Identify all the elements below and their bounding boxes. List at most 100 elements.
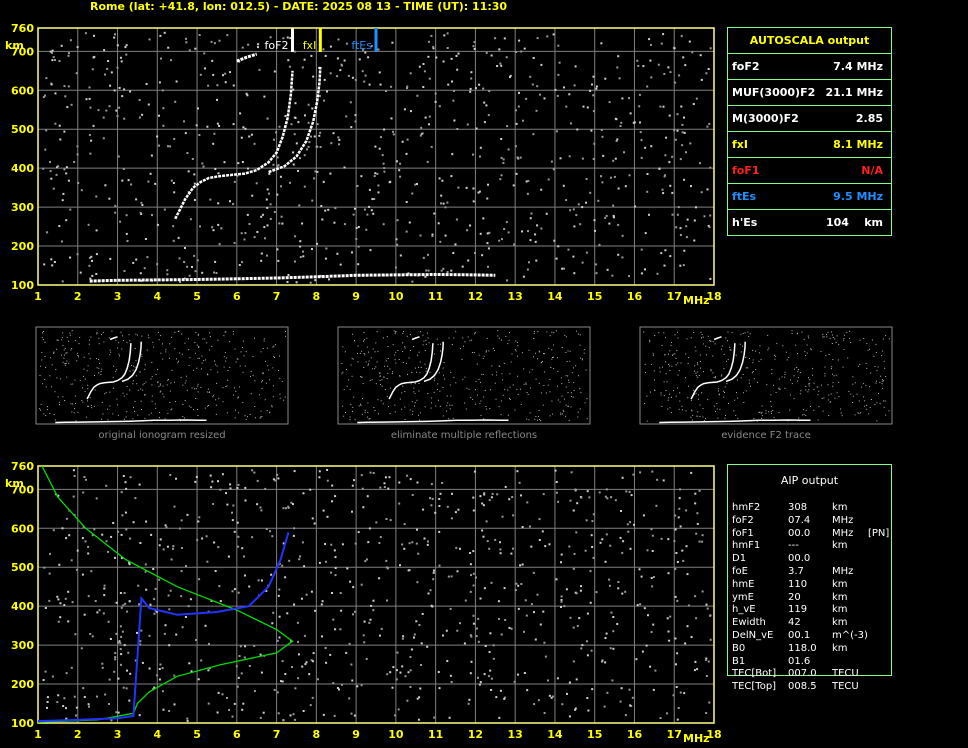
noise-dot [301, 222, 304, 225]
noise-dot [194, 270, 197, 273]
noise-dot [612, 214, 615, 217]
thumbnail-noise [102, 332, 104, 334]
noise-dot [113, 670, 116, 673]
noise-dot [59, 602, 62, 605]
x-tick-label: 11 [428, 290, 443, 303]
noise-dot [592, 94, 595, 97]
thumbnail-noise [64, 400, 66, 401]
thumbnail-noise [376, 331, 378, 333]
noise-dot [617, 223, 620, 226]
thumbnail-noise [374, 410, 376, 411]
thumbnail-noise [752, 349, 754, 351]
noise-dot [183, 120, 185, 123]
noise-dot [590, 649, 593, 652]
noise-dot [169, 474, 172, 476]
noise-dot [378, 147, 381, 150]
noise-dot [206, 125, 209, 128]
noise-dot [695, 617, 698, 620]
thumbnail-noise [113, 387, 115, 389]
thumbnail-noise [869, 386, 870, 388]
thumbnail-noise [699, 360, 701, 362]
thumbnail-noise [208, 349, 210, 351]
noise-dot [490, 54, 493, 57]
thumbnail-noise [82, 387, 83, 389]
noise-dot [88, 705, 90, 708]
noise-dot [281, 222, 284, 225]
noise-dot [229, 487, 232, 490]
noise-dot [490, 689, 493, 691]
noise-dot [398, 169, 401, 172]
noise-dot [46, 696, 49, 699]
thumbnail-noise [805, 385, 807, 387]
thumbnail-noise [197, 357, 199, 359]
noise-dot [43, 263, 46, 266]
y-tick-label: 300 [11, 201, 34, 214]
thumbnail-noise [861, 386, 863, 388]
noise-dot [386, 567, 389, 570]
noise-dot [64, 95, 67, 98]
noise-dot [479, 232, 482, 235]
noise-dot [629, 521, 632, 524]
noise-dot [512, 514, 515, 517]
thumbnail-noise [453, 376, 455, 378]
noise-dot [565, 105, 568, 108]
noise-dot [399, 162, 402, 165]
noise-dot [340, 63, 343, 66]
thumbnail-noise [735, 414, 737, 416]
noise-dot [662, 105, 665, 108]
thumbnail-noise [439, 390, 441, 392]
noise-dot [334, 207, 337, 210]
aip-value: 42 [788, 617, 801, 629]
aip-name: TEC[Top] [732, 681, 777, 693]
noise-dot [469, 672, 472, 675]
noise-dot [488, 547, 491, 550]
noise-dot [527, 230, 529, 233]
noise-dot [456, 629, 459, 632]
noise-dot [633, 523, 635, 526]
noise-dot [675, 686, 678, 688]
thumbnail-noise [584, 402, 586, 404]
noise-dot [265, 198, 268, 201]
noise-dot [88, 264, 91, 267]
noise-dot [188, 274, 191, 277]
noise-dot [75, 706, 78, 709]
noise-dot [601, 181, 604, 184]
noise-dot [202, 165, 205, 168]
noise-dot [373, 198, 376, 200]
noise-dot [682, 559, 685, 562]
thumbnail-noise [71, 411, 73, 413]
thumbnail-noise [41, 352, 43, 354]
noise-dot [557, 44, 560, 47]
noise-dot [662, 33, 665, 36]
thumbnail-noise [818, 406, 820, 408]
noise-dot [604, 216, 607, 219]
noise-dot [222, 74, 224, 77]
noise-dot [600, 175, 602, 178]
noise-dot [372, 212, 375, 215]
thumbnail-noise [885, 335, 887, 337]
noise-dot [604, 637, 607, 639]
noise-dot [153, 612, 156, 615]
thumbnail-noise [455, 331, 457, 333]
noise-dot [294, 718, 297, 721]
thumbnail-noise [195, 332, 197, 334]
noise-dot [172, 547, 174, 550]
thumbnail-noise [94, 375, 95, 376]
noise-dot [437, 671, 440, 673]
noise-dot [647, 614, 649, 617]
thumbnail-noise [807, 391, 809, 393]
thumbnail-noise [500, 414, 502, 416]
noise-dot [132, 261, 135, 264]
thumbnail-noise [435, 405, 437, 407]
noise-dot [432, 578, 435, 581]
noise-dot [57, 620, 60, 623]
thumbnail-noise [539, 351, 541, 353]
noise-dot [326, 90, 328, 93]
autoscala-label: h'Es [732, 216, 758, 229]
thumbnail-noise [663, 332, 665, 334]
noise-dot [240, 232, 243, 235]
noise-dot [217, 172, 220, 175]
thumbnail-noise [352, 358, 354, 360]
thumbnail-noise [552, 357, 553, 358]
noise-dot [242, 126, 245, 129]
